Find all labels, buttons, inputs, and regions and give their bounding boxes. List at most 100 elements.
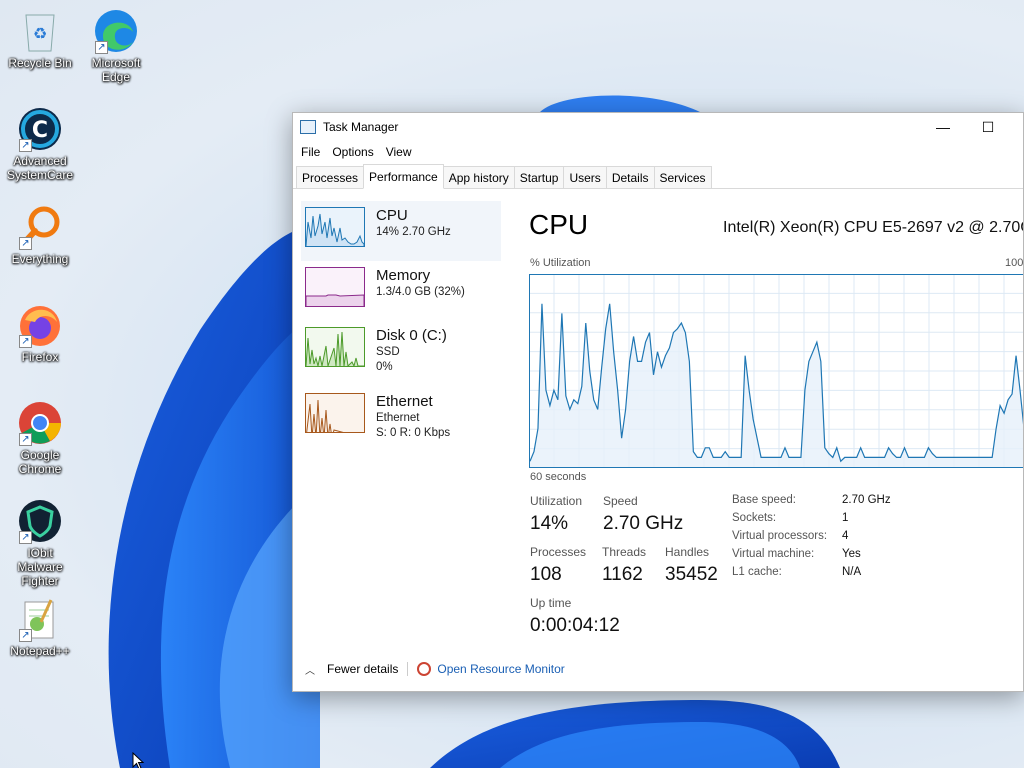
uptime-label: Up time	[530, 596, 572, 610]
malware-fighter-icon: ↗	[17, 498, 63, 544]
desktop-icon-label: Firefox	[21, 350, 59, 364]
resource-disk[interactable]: Disk 0 (C:) SSD 0%	[293, 321, 503, 381]
menu-view[interactable]: View	[380, 145, 418, 159]
utilization-label: Utilization	[530, 494, 583, 508]
utilization-axis-max: 100%	[1005, 257, 1024, 269]
resource-name: Memory	[376, 267, 431, 284]
shortcut-arrow-icon: ↗	[19, 531, 32, 544]
desktop-icon-label: Microsoft Edge	[91, 56, 141, 84]
resource-list: CPU 14% 2.70 GHz Memory 1.3/4.0 GB (32%)…	[293, 201, 503, 447]
shortcut-arrow-icon: ↗	[19, 335, 32, 348]
notepadpp-icon: ↗	[17, 596, 63, 642]
tab-processes[interactable]: Processes	[296, 166, 365, 188]
resource-detail: 1.3/4.0 GB (32%)	[376, 286, 465, 298]
desktop-icon-label: Recycle Bin	[8, 56, 72, 70]
sockets-value: 1	[842, 512, 849, 524]
resource-monitor-icon	[417, 662, 432, 676]
fewer-details-button[interactable]: Fewer details	[327, 662, 398, 676]
desktop-icon-notepadpp[interactable]: ↗ Notepad++	[4, 596, 76, 658]
window-title: Task Manager	[323, 120, 399, 134]
menu-file[interactable]: File	[295, 145, 326, 159]
time-axis-label: 60 seconds	[530, 471, 587, 483]
disk-thumbnail-graph	[305, 327, 365, 367]
threads-label: Threads	[602, 545, 647, 559]
svg-text:♻: ♻	[33, 24, 47, 43]
sockets-label: Sockets:	[732, 512, 777, 524]
svg-text:C: C	[32, 118, 48, 143]
speed-label: Speed	[603, 494, 638, 508]
desktop-icon-firefox[interactable]: ↗ Firefox	[4, 302, 76, 364]
mouse-cursor-icon	[132, 752, 145, 768]
everything-search-icon: ↗	[17, 204, 63, 250]
handles-value: 35452	[665, 564, 718, 585]
resource-ethernet[interactable]: Ethernet Ethernet S: 0 R: 0 Kbps	[293, 387, 503, 447]
tab-performance[interactable]: Performance	[363, 164, 444, 189]
menu-options[interactable]: Options	[326, 145, 379, 159]
task-manager-window: Task Manager — ☐ File Options View Proce…	[292, 112, 1024, 692]
desktop-icon-chrome[interactable]: ↗ Google Chrome	[4, 400, 76, 476]
desktop-icon-label: Everything	[11, 252, 69, 266]
shortcut-arrow-icon: ↗	[19, 139, 32, 152]
utilization-axis-label: % Utilization	[530, 257, 591, 269]
resource-detail: Ethernet	[376, 412, 420, 424]
desktop-icon-everything[interactable]: ↗ Everything	[4, 204, 76, 266]
systemcare-icon: C ↗	[17, 106, 63, 152]
l1-cache-label: L1 cache:	[732, 566, 782, 578]
chrome-icon: ↗	[17, 400, 63, 446]
cpu-thumbnail-graph	[305, 207, 365, 247]
resource-detail: S: 0 R: 0 Kbps	[376, 427, 451, 439]
virtual-machine-label: Virtual machine:	[732, 548, 815, 560]
virtual-processors-label: Virtual processors:	[732, 530, 828, 542]
virtual-processors-value: 4	[842, 530, 849, 542]
footer-separator	[407, 662, 409, 676]
shortcut-arrow-icon: ↗	[19, 629, 32, 642]
recycle-bin-icon: ♻	[17, 8, 63, 54]
menu-bar: File Options View	[293, 141, 1023, 163]
resource-name: CPU	[376, 207, 408, 224]
ethernet-thumbnail-graph	[305, 393, 365, 433]
tab-app-history[interactable]: App history	[442, 166, 515, 188]
processes-label: Processes	[530, 545, 587, 559]
firefox-icon: ↗	[17, 302, 63, 348]
resource-cpu[interactable]: CPU 14% 2.70 GHz	[301, 201, 501, 261]
tab-startup[interactable]: Startup	[513, 166, 565, 188]
base-speed-value: 2.70 GHz	[842, 494, 891, 506]
shortcut-arrow-icon: ↗	[19, 433, 32, 446]
memory-thumbnail-graph	[305, 267, 365, 307]
l1-cache-value: N/A	[842, 566, 862, 578]
tab-users[interactable]: Users	[563, 166, 607, 188]
cpu-utilization-graph	[529, 274, 1023, 468]
resource-name: Ethernet	[376, 393, 433, 410]
resource-detail: 0%	[376, 361, 393, 373]
desktop-icon-label: Notepad++	[10, 644, 70, 658]
desktop-icon-advanced-systemcare[interactable]: C ↗ Advanced SystemCare	[4, 106, 76, 182]
title-bar[interactable]: Task Manager — ☐	[293, 113, 1023, 141]
tab-strip: Processes Performance App history Startu…	[293, 163, 1023, 189]
resource-detail: 14% 2.70 GHz	[376, 226, 451, 238]
open-resource-monitor-link[interactable]: Open Resource Monitor	[437, 662, 564, 676]
tab-details[interactable]: Details	[605, 166, 655, 188]
utilization-value: 14%	[530, 513, 569, 534]
tab-services[interactable]: Services	[653, 166, 712, 188]
cpu-model-name: Intel(R) Xeon(R) CPU E5-2697 v2 @ 2.70GH…	[723, 219, 1024, 236]
desktop-icon-label: IObit Malware Fighter	[17, 546, 63, 588]
resource-memory[interactable]: Memory 1.3/4.0 GB (32%)	[293, 261, 503, 321]
footer-bar: ︿ Fewer details Open Resource Monitor	[293, 655, 1023, 683]
task-manager-app-icon	[300, 120, 316, 134]
desktop-icon-edge[interactable]: ↗ Microsoft Edge	[80, 8, 152, 84]
resource-detail: SSD	[376, 346, 400, 358]
shortcut-arrow-icon: ↗	[95, 41, 108, 54]
base-speed-label: Base speed:	[732, 494, 796, 506]
desktop-icon-iobit-malware-fighter[interactable]: ↗ IObit Malware Fighter	[4, 498, 76, 588]
threads-value: 1162	[602, 564, 643, 585]
minimize-button[interactable]: —	[920, 113, 966, 141]
chevron-up-icon[interactable]: ︿	[305, 662, 315, 677]
desktop-icon-label: Google Chrome	[18, 448, 62, 476]
maximize-button[interactable]: ☐	[965, 113, 1011, 141]
virtual-machine-value: Yes	[842, 548, 861, 560]
shortcut-arrow-icon: ↗	[19, 237, 32, 250]
resource-name: Disk 0 (C:)	[376, 327, 447, 344]
edge-icon: ↗	[93, 8, 139, 54]
uptime-value: 0:00:04:12	[530, 615, 620, 636]
desktop-icon-recycle-bin[interactable]: ♻ Recycle Bin	[4, 8, 76, 70]
